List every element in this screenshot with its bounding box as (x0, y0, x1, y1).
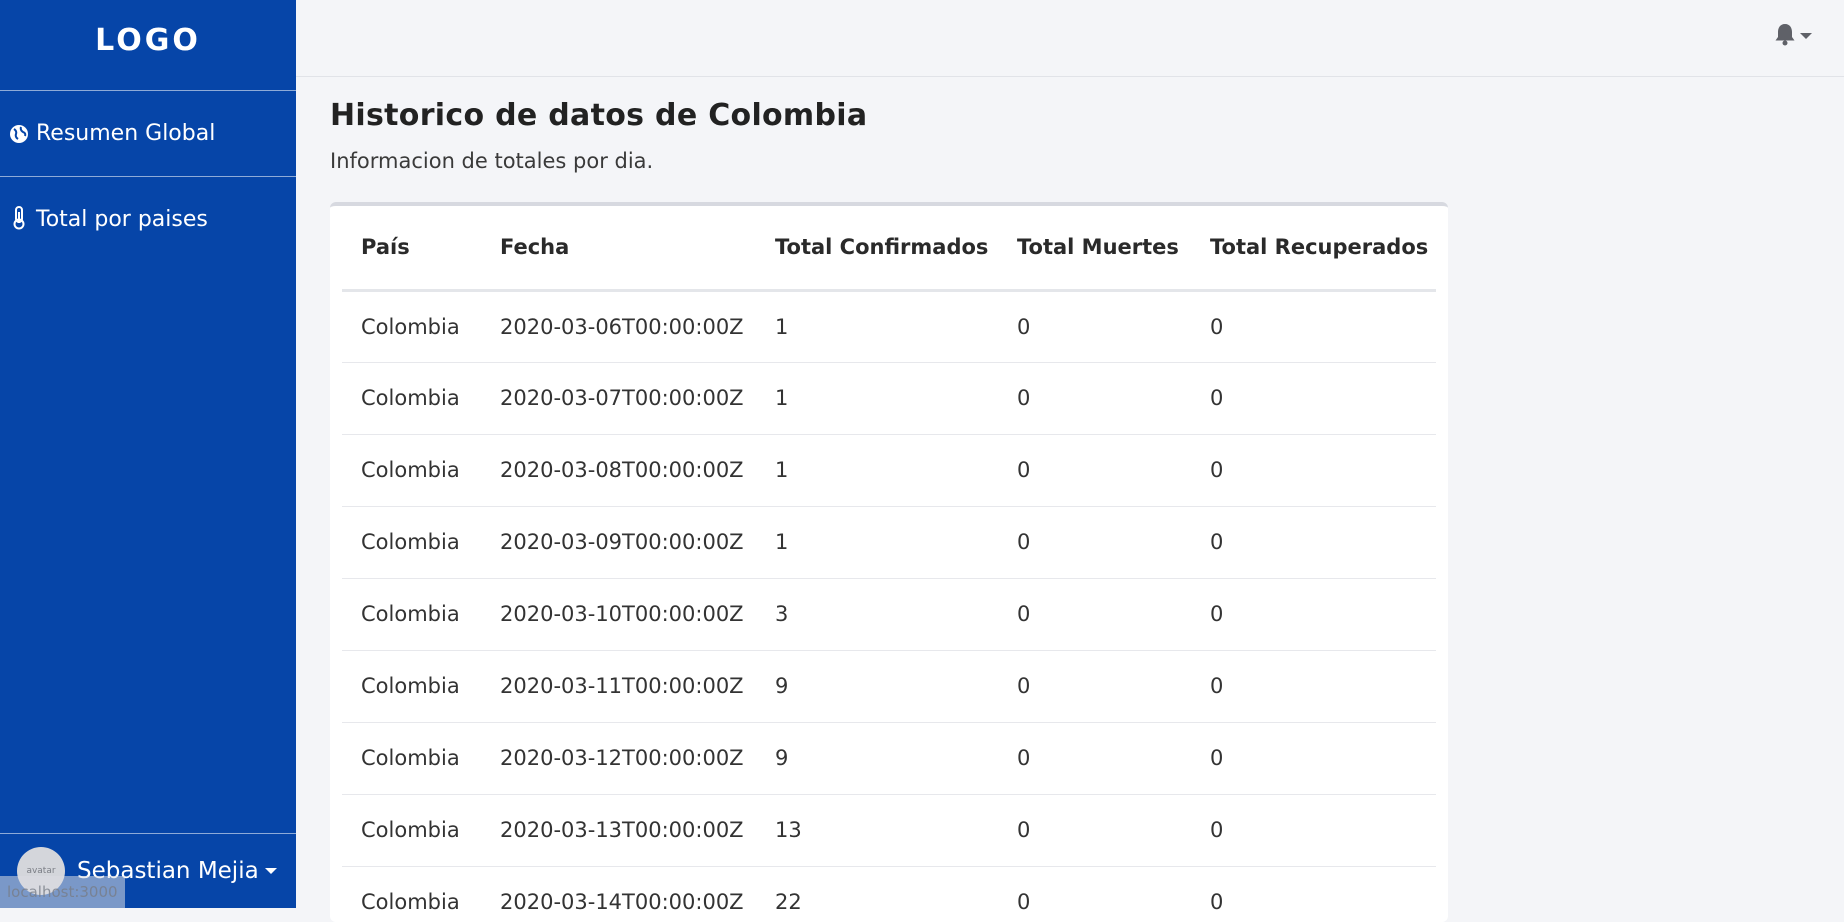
cell-pais: Colombia (342, 866, 481, 922)
column-header-total-muertes: Total Muertes (998, 206, 1191, 292)
sidebar-item-total-por-paises[interactable]: Total por paises (0, 177, 296, 271)
table-row: Colombia 2020-03-06T00:00:00Z 1 0 0 (342, 290, 1436, 363)
cell-muertes: 0 (998, 794, 1191, 867)
cell-pais: Colombia (342, 434, 481, 507)
cell-muertes: 0 (998, 434, 1191, 507)
chevron-down-icon (264, 868, 277, 874)
bell-icon (1774, 22, 1796, 50)
logo[interactable]: LOGO (95, 23, 201, 58)
cell-muertes: 0 (998, 722, 1191, 795)
cell-recuperados: 0 (1191, 722, 1436, 795)
table-row: Colombia 2020-03-10T00:00:00Z 3 0 0 (342, 578, 1436, 651)
cell-pais: Colombia (342, 290, 481, 363)
table-row: Colombia 2020-03-08T00:00:00Z 1 0 0 (342, 434, 1436, 507)
page-title: Historico de datos de Colombia (330, 98, 868, 133)
column-header-total-confirmados: Total Confirmados (756, 206, 998, 292)
topbar (296, 0, 1844, 77)
main-content: Historico de datos de Colombia Informaci… (330, 98, 1450, 922)
cell-pais: Colombia (342, 506, 481, 579)
cell-confirmados: 1 (756, 290, 998, 363)
status-bar-url: localhost:3000 (0, 876, 125, 908)
cell-confirmados: 1 (756, 362, 998, 435)
cell-fecha: 2020-03-14T00:00:00Z (481, 866, 756, 922)
cell-confirmados: 9 (756, 722, 998, 795)
cell-pais: Colombia (342, 722, 481, 795)
cell-recuperados: 0 (1191, 866, 1436, 922)
cell-pais: Colombia (342, 578, 481, 651)
table-row: Colombia 2020-03-14T00:00:00Z 22 0 0 (342, 866, 1436, 922)
table-row: Colombia 2020-03-12T00:00:00Z 9 0 0 (342, 722, 1436, 795)
sidebar-item-label: Resumen Global (36, 121, 216, 146)
history-table: País Fecha Total Confirmados Total Muert… (342, 206, 1436, 922)
logo-area: LOGO (0, 0, 296, 91)
cell-pais: Colombia (342, 794, 481, 867)
cell-recuperados: 0 (1191, 650, 1436, 723)
cell-muertes: 0 (998, 650, 1191, 723)
cell-muertes: 0 (998, 290, 1191, 363)
cell-fecha: 2020-03-09T00:00:00Z (481, 506, 756, 579)
page-subtitle: Informacion de totales por dia. (330, 149, 654, 173)
avatar-placeholder: avatar (26, 866, 56, 876)
globe-icon (8, 123, 30, 145)
sidebar-item-label: Total por paises (36, 207, 208, 232)
cell-pais: Colombia (342, 362, 481, 435)
cell-fecha: 2020-03-12T00:00:00Z (481, 722, 756, 795)
cell-muertes: 0 (998, 506, 1191, 579)
sidebar: LOGO Resumen Global Total por paises ava… (0, 0, 296, 908)
thermometer-icon (8, 206, 30, 230)
cell-recuperados: 0 (1191, 290, 1436, 363)
cell-confirmados: 13 (756, 794, 998, 867)
column-header-pais: País (342, 206, 481, 292)
table-header-row: País Fecha Total Confirmados Total Muert… (342, 206, 1436, 292)
cell-muertes: 0 (998, 578, 1191, 651)
cell-muertes: 0 (998, 362, 1191, 435)
table-row: Colombia 2020-03-07T00:00:00Z 1 0 0 (342, 362, 1436, 435)
cell-confirmados: 1 (756, 434, 998, 507)
table-row: Colombia 2020-03-11T00:00:00Z 9 0 0 (342, 650, 1436, 723)
cell-recuperados: 0 (1191, 794, 1436, 867)
cell-fecha: 2020-03-08T00:00:00Z (481, 434, 756, 507)
cell-fecha: 2020-03-07T00:00:00Z (481, 362, 756, 435)
cell-pais: Colombia (342, 650, 481, 723)
column-header-fecha: Fecha (481, 206, 756, 292)
chevron-down-icon (1800, 33, 1812, 39)
cell-fecha: 2020-03-11T00:00:00Z (481, 650, 756, 723)
data-card: País Fecha Total Confirmados Total Muert… (330, 202, 1448, 922)
cell-muertes: 0 (998, 866, 1191, 922)
cell-recuperados: 0 (1191, 434, 1436, 507)
notifications-button[interactable] (1774, 22, 1812, 50)
sidebar-item-resumen-global[interactable]: Resumen Global (0, 91, 296, 177)
cell-fecha: 2020-03-10T00:00:00Z (481, 578, 756, 651)
table-row: Colombia 2020-03-09T00:00:00Z 1 0 0 (342, 506, 1436, 579)
table-row: Colombia 2020-03-13T00:00:00Z 13 0 0 (342, 794, 1436, 867)
cell-recuperados: 0 (1191, 506, 1436, 579)
column-header-total-recuperados: Total Recuperados (1191, 206, 1436, 292)
cell-confirmados: 9 (756, 650, 998, 723)
cell-confirmados: 3 (756, 578, 998, 651)
cell-confirmados: 1 (756, 506, 998, 579)
cell-recuperados: 0 (1191, 578, 1436, 651)
cell-fecha: 2020-03-13T00:00:00Z (481, 794, 756, 867)
cell-recuperados: 0 (1191, 362, 1436, 435)
cell-fecha: 2020-03-06T00:00:00Z (481, 290, 756, 363)
cell-confirmados: 22 (756, 866, 998, 922)
